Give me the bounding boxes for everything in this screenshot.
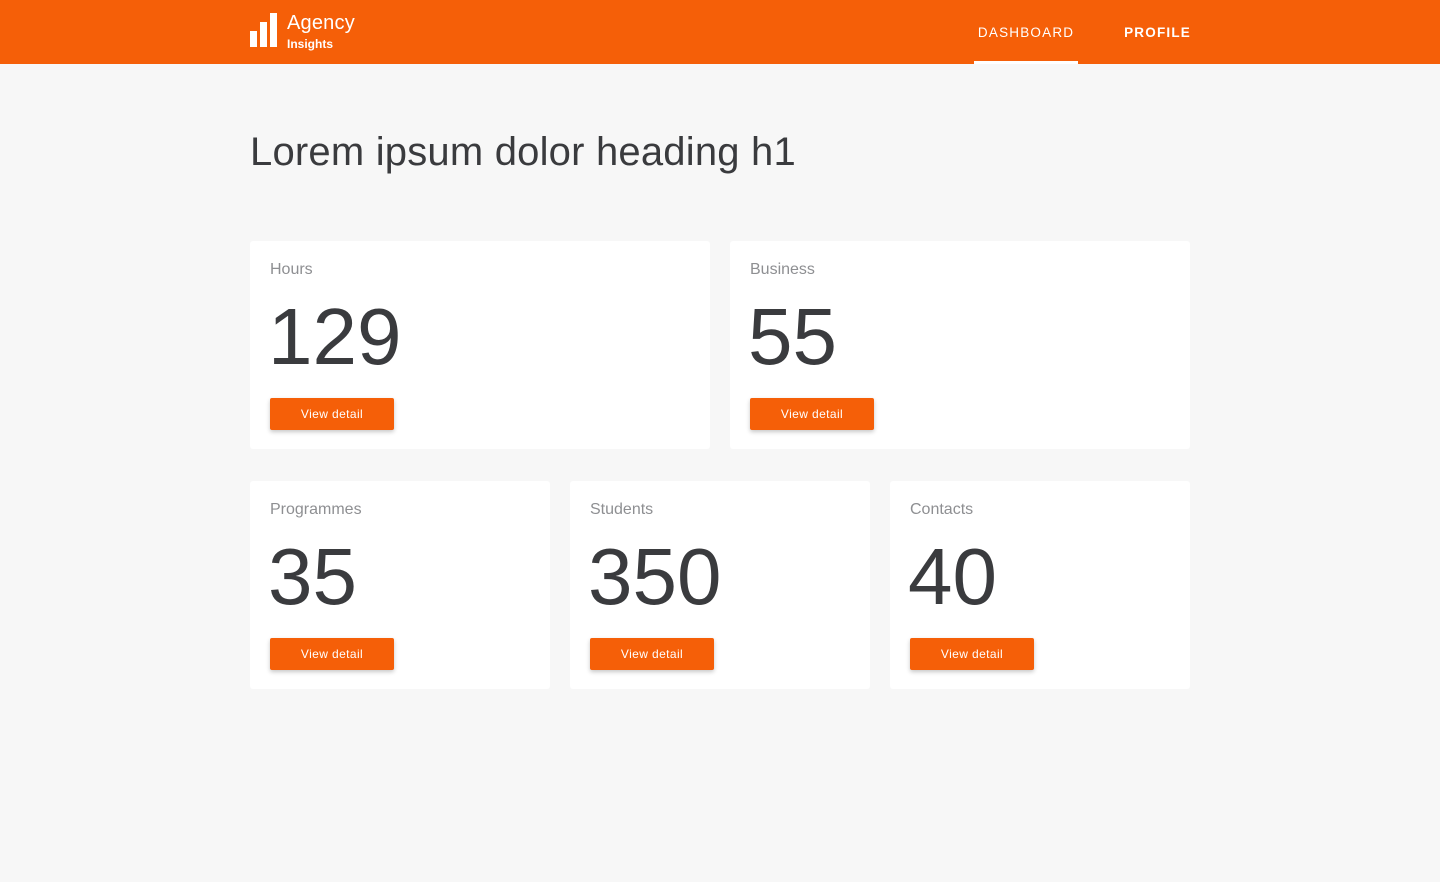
view-detail-button[interactable]: View detail	[270, 638, 394, 670]
brand-logo[interactable]: Agency Insights	[250, 13, 355, 51]
stat-card-value: 350	[588, 532, 722, 621]
stat-card-label: Contacts	[910, 501, 974, 518]
stat-card-value: 40	[908, 532, 997, 621]
stat-card-label: Programmes	[270, 501, 362, 518]
top-app-bar: Agency Insights DASHBOARD PROFILE	[0, 0, 1440, 64]
view-detail-button[interactable]: View detail	[750, 398, 874, 430]
page-title: Lorem ipsum dolor heading h1	[250, 130, 796, 174]
nav-tab-profile[interactable]: PROFILE	[1124, 0, 1191, 64]
stat-card-value: 35	[268, 532, 357, 621]
view-detail-button[interactable]: View detail	[910, 638, 1034, 670]
stat-card-students: Students 350 View detail	[570, 481, 870, 689]
stat-card-label: Hours	[270, 261, 313, 278]
nav-tab-dashboard[interactable]: DASHBOARD	[974, 0, 1079, 64]
view-detail-button[interactable]: View detail	[270, 398, 394, 430]
brand-subtitle: Insights	[287, 37, 334, 51]
brand-title: Agency	[287, 12, 355, 34]
view-detail-button[interactable]: View detail	[590, 638, 714, 670]
stat-card-programmes: Programmes 35 View detail	[250, 481, 550, 689]
stat-card-contacts: Contacts 40 View detail	[890, 481, 1190, 689]
stat-card-hours: Hours 129 View detail	[250, 241, 710, 449]
stat-card-business: Business 55 View detail	[730, 241, 1190, 449]
stat-card-label: Business	[750, 261, 815, 278]
main-nav: DASHBOARD PROFILE	[974, 0, 1191, 64]
stat-card-label: Students	[590, 501, 654, 518]
bar-chart-icon	[250, 13, 278, 47]
stat-card-value: 55	[748, 292, 837, 381]
stat-card-value: 129	[268, 292, 402, 381]
